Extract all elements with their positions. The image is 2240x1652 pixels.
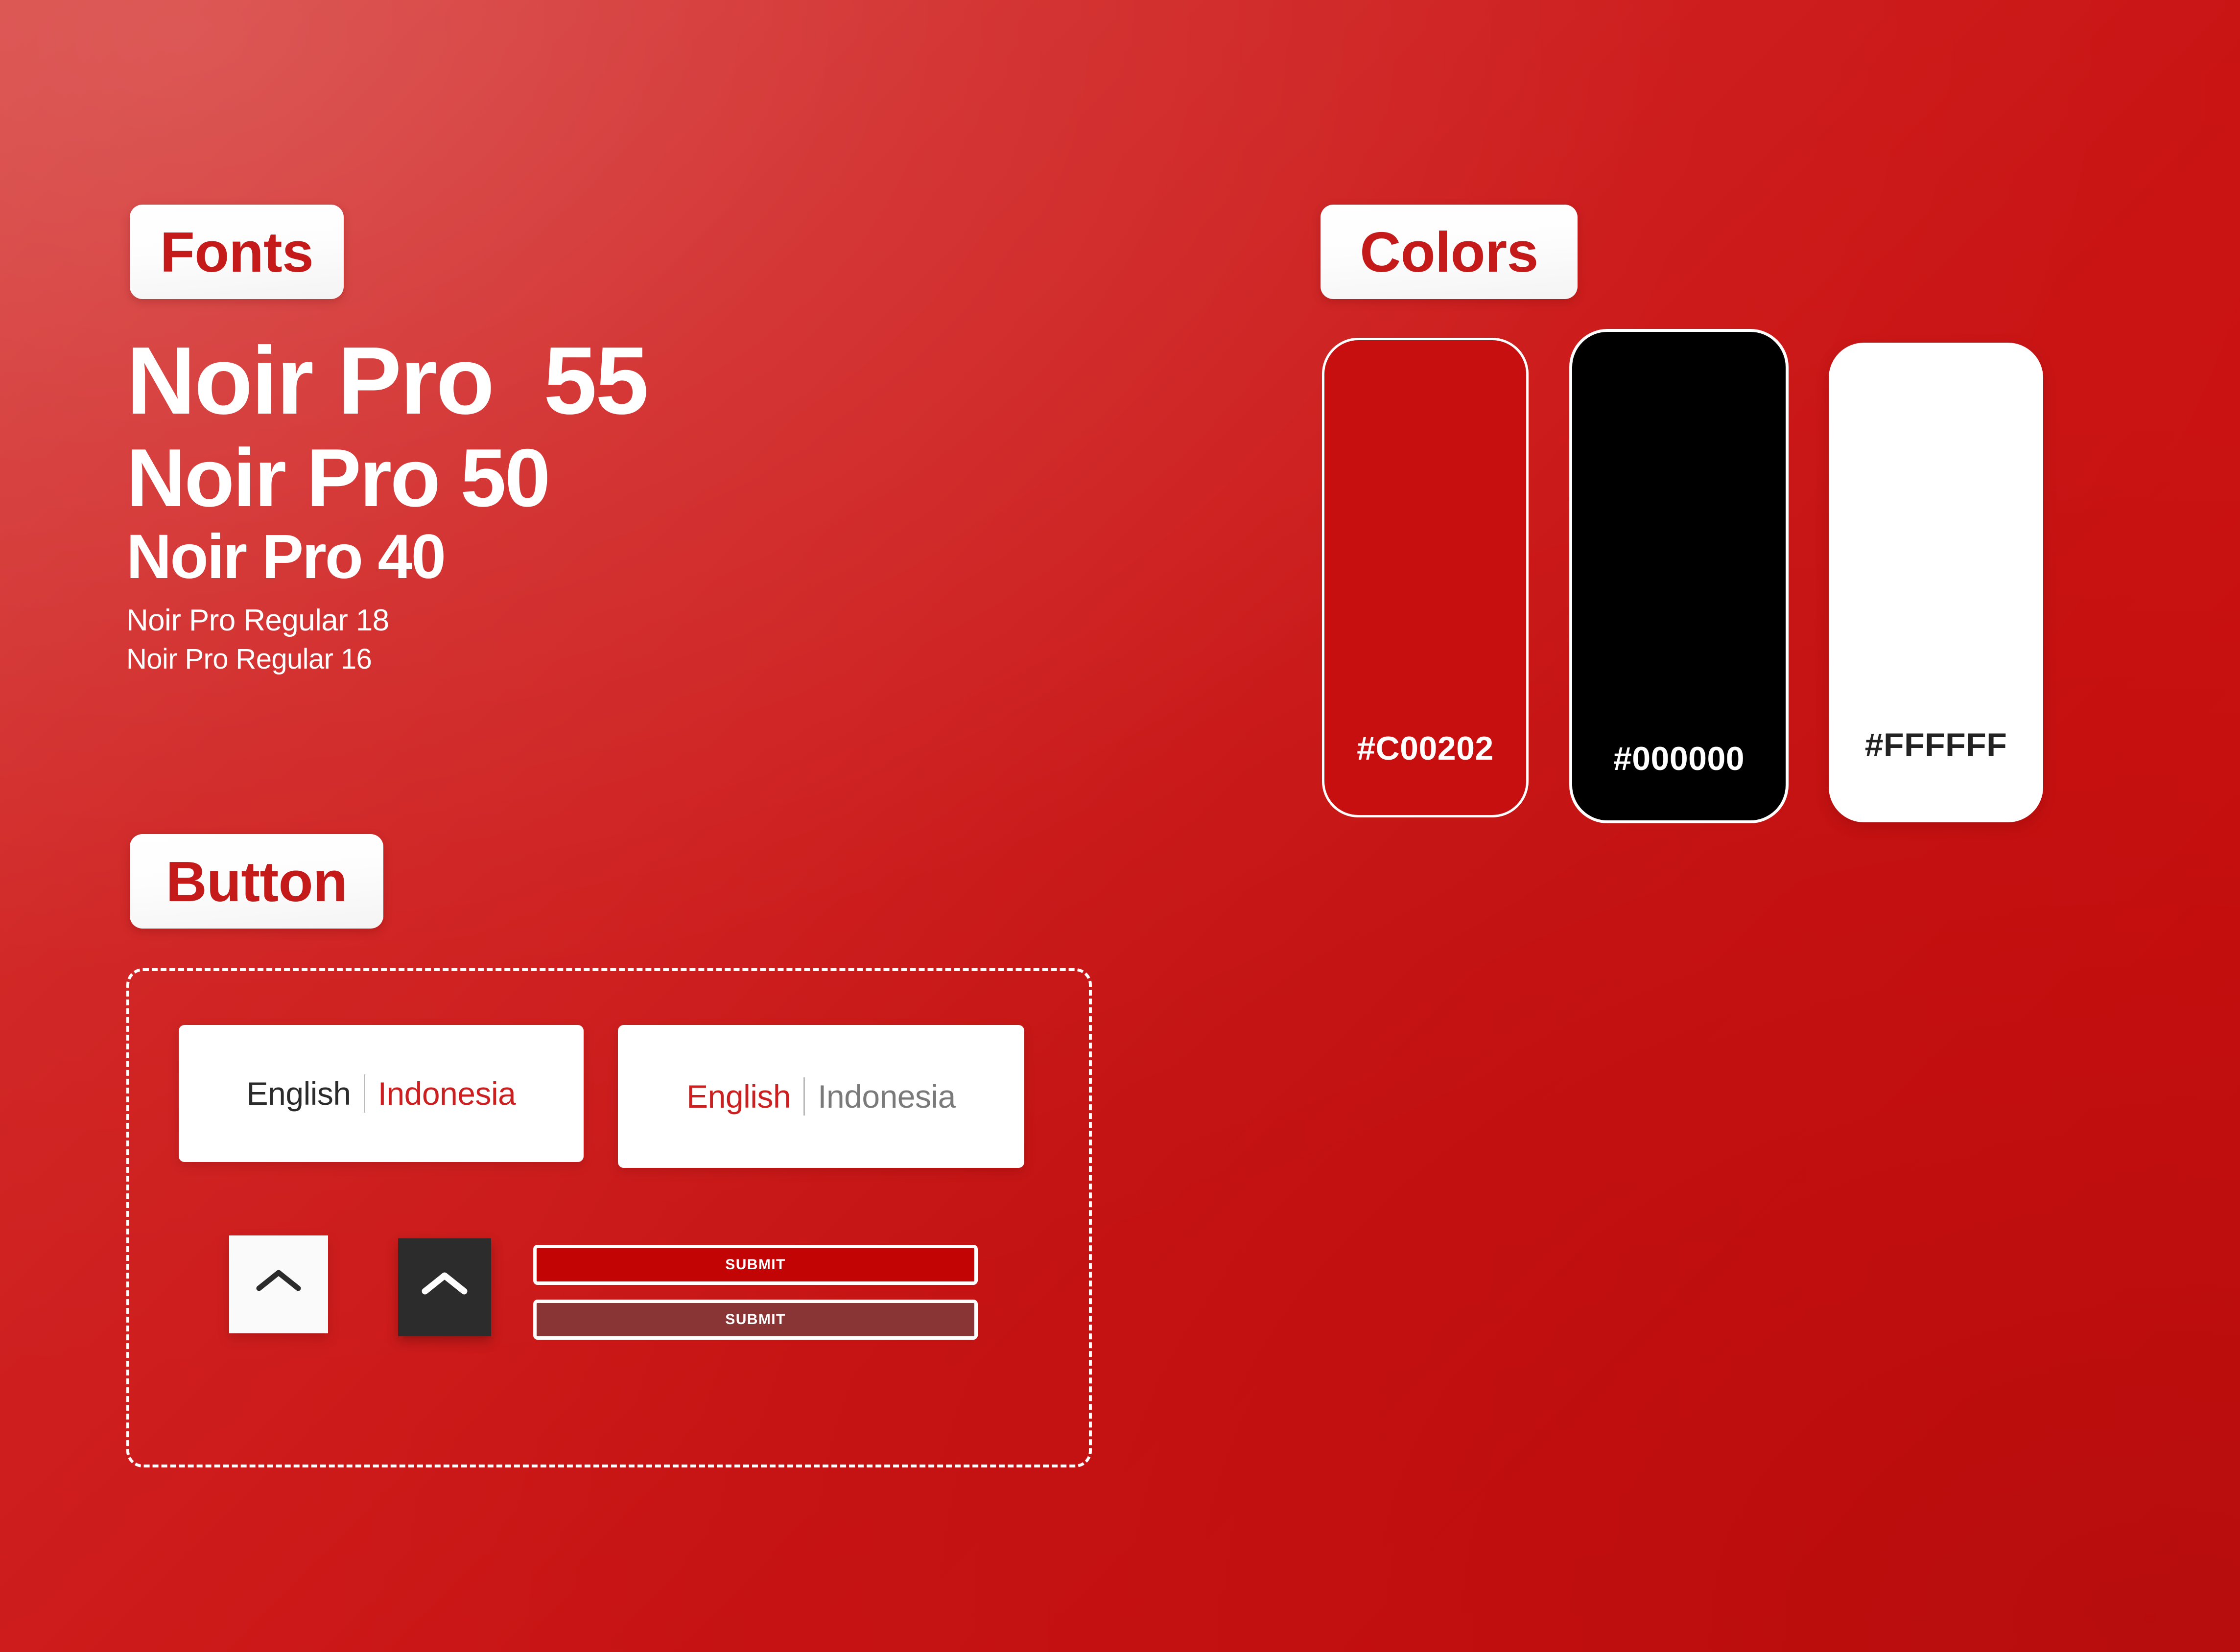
color-swatch-brand-red[interactable]: #C00202 [1322,338,1529,817]
color-swatch-hex-label: #C00202 [1357,730,1494,767]
chevron-up-icon [255,1266,302,1298]
color-swatch-hex-label: #000000 [1613,740,1745,777]
font-specimen-55: Noir Pro 55 [126,327,649,434]
color-swatch-white[interactable]: #FFFFFF [1829,343,2043,822]
submit-button-disabled[interactable]: SUBMIT [533,1300,978,1340]
font-specimen-list: Noir Pro 55 Noir Pro 50 Noir Pro 40 Noir… [126,333,959,678]
color-swatch-black[interactable]: #000000 [1569,329,1789,823]
font-specimen-40: Noir Pro 40 [126,522,446,592]
chevron-up-button-dark[interactable] [398,1238,491,1336]
language-toggle-english-active[interactable]: English Indonesia [618,1025,1024,1168]
color-swatch-hex-label: #FFFFFF [1864,726,2007,764]
font-specimen-regular-16: Noir Pro Regular 16 [126,643,372,675]
font-specimen-50: Noir Pro 50 [126,432,550,524]
language-option-indonesia[interactable]: Indonesia [378,1077,516,1110]
language-divider [363,1074,365,1113]
submit-button-default[interactable]: SUBMIT [533,1245,978,1285]
language-toggle-inner: English Indonesia [686,1077,956,1116]
language-option-indonesia[interactable]: Indonesia [818,1080,956,1113]
language-option-english[interactable]: English [247,1077,351,1110]
chevron-up-button-light[interactable] [229,1235,328,1333]
language-toggle-inner: English Indonesia [247,1074,516,1113]
language-option-english[interactable]: English [686,1080,791,1113]
fonts-section-badge: Fonts [130,205,344,299]
button-section-badge: Button [130,834,383,929]
language-divider [803,1077,805,1116]
chevron-up-icon [421,1269,468,1301]
submit-button-label: SUBMIT [725,1256,786,1273]
colors-section-badge: Colors [1320,205,1578,299]
button-badge-label: Button [165,849,348,913]
submit-button-label: SUBMIT [725,1311,786,1327]
language-toggle-indonesia-active[interactable]: English Indonesia [179,1025,584,1162]
fonts-badge-label: Fonts [160,220,314,284]
style-guide-canvas: Fonts Noir Pro 55 Noir Pro 50 Noir Pro 4… [0,0,2240,1652]
font-specimen-regular-18: Noir Pro Regular 18 [126,604,389,637]
colors-badge-label: Colors [1360,220,1538,284]
